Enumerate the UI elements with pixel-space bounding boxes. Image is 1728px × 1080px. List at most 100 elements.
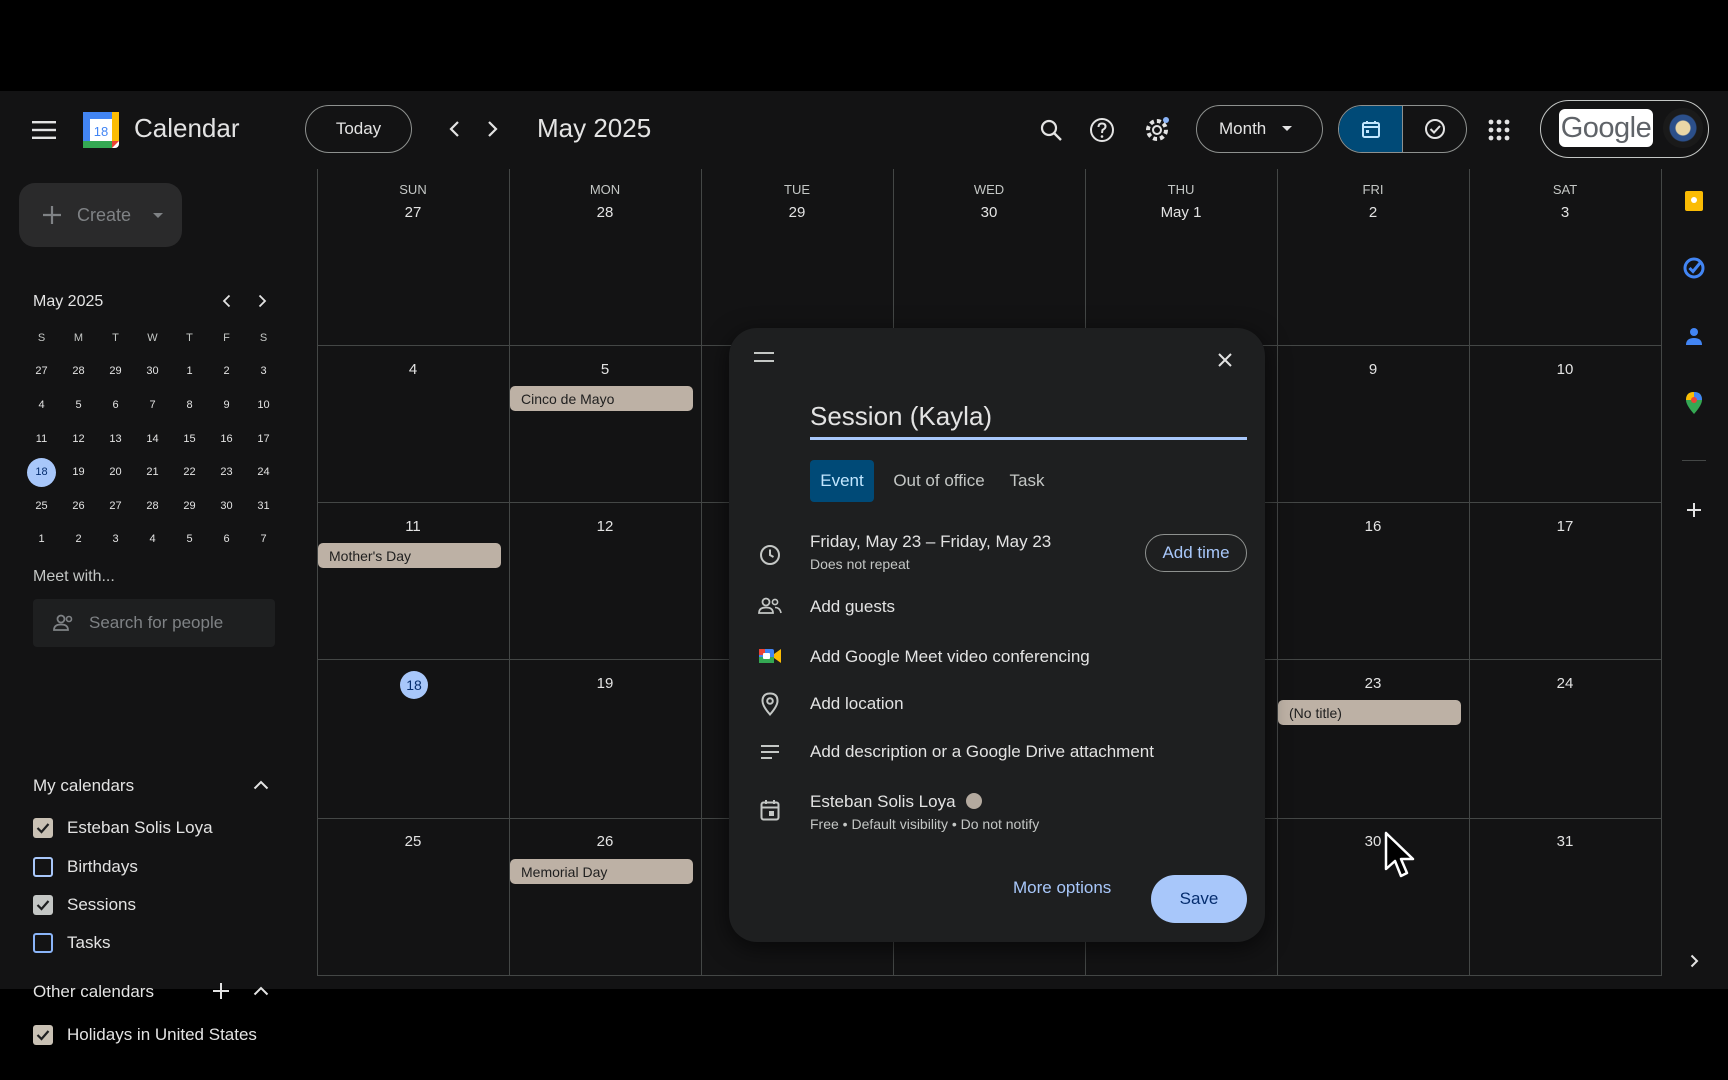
add-meet-button[interactable]: Add Google Meet video conferencing [810, 647, 1090, 667]
mini-day[interactable]: 31 [245, 489, 282, 523]
more-options-button[interactable]: More options [1013, 864, 1111, 912]
mini-day[interactable]: 7 [245, 523, 282, 557]
add-time-button[interactable]: Add time [1145, 534, 1247, 572]
day-number[interactable]: 17 [1469, 518, 1661, 535]
add-location-field[interactable]: Add location [810, 694, 904, 714]
mini-prev-button[interactable] [210, 285, 242, 317]
day-number[interactable]: 23 [1277, 675, 1469, 692]
mini-day[interactable]: 13 [97, 422, 134, 456]
calendar-view-toggle[interactable] [1339, 106, 1402, 152]
mini-day[interactable]: 4 [23, 388, 60, 422]
tasks-app-button[interactable] [1680, 254, 1708, 282]
mini-day[interactable]: 12 [60, 422, 97, 456]
account-switcher[interactable]: Google [1540, 100, 1709, 158]
day-number[interactable]: May 1 [1085, 204, 1277, 221]
save-button[interactable]: Save [1151, 875, 1247, 923]
mini-day[interactable]: 30 [208, 489, 245, 523]
mini-day[interactable]: 4 [134, 523, 171, 557]
calendar-item-tasks[interactable]: Tasks [33, 929, 110, 957]
mini-day[interactable]: 11 [23, 422, 60, 456]
day-number[interactable]: 28 [509, 204, 701, 221]
mini-day[interactable]: 19 [60, 455, 97, 489]
day-number[interactable]: 4 [317, 361, 509, 378]
calendar-checkbox[interactable] [33, 933, 53, 953]
tab-out-of-office[interactable]: Out of office [882, 460, 996, 502]
get-add-ons-button[interactable] [1680, 496, 1708, 524]
collapse-other-calendars-button[interactable] [247, 977, 275, 1005]
previous-month-button[interactable] [436, 111, 472, 147]
search-people-input[interactable]: Search for people [33, 599, 275, 647]
day-number[interactable]: 24 [1469, 675, 1661, 692]
mini-day[interactable]: 3 [97, 523, 134, 557]
calendar-item-sessions[interactable]: Sessions [33, 891, 136, 919]
mini-day[interactable]: 16 [208, 422, 245, 456]
day-number[interactable]: 19 [509, 675, 701, 692]
contacts-app-button[interactable] [1680, 322, 1708, 350]
view-selector[interactable]: Month [1196, 105, 1323, 153]
calendar-checkbox[interactable] [33, 818, 53, 838]
day-number[interactable]: 3 [1469, 204, 1661, 221]
calendar-checkbox[interactable] [33, 1025, 53, 1045]
add-other-calendar-button[interactable] [207, 977, 235, 1005]
other-calendars-title[interactable]: Other calendars [33, 982, 154, 1002]
mini-day[interactable]: 1 [23, 523, 60, 557]
mini-day[interactable]: 25 [23, 489, 60, 523]
mini-day[interactable]: 2 [60, 523, 97, 557]
help-button[interactable] [1080, 108, 1124, 152]
today-day-number[interactable]: 18 [400, 671, 428, 699]
mini-day[interactable]: 21 [134, 455, 171, 489]
close-dialog-button[interactable] [1209, 344, 1241, 376]
day-number[interactable]: 30 [893, 204, 1085, 221]
search-button[interactable] [1029, 108, 1073, 152]
event-date-range[interactable]: Friday, May 23 – Friday, May 23 [810, 532, 1051, 552]
mini-day[interactable]: 9 [208, 388, 245, 422]
avatar[interactable] [1663, 108, 1703, 148]
event-title-input[interactable] [810, 400, 1247, 440]
calendar-checkbox[interactable] [33, 857, 53, 877]
today-button[interactable]: Today [305, 105, 412, 153]
show-side-panel-button[interactable] [1680, 947, 1708, 975]
collapse-my-calendars-button[interactable] [247, 771, 275, 799]
owner-details[interactable]: Free • Default visibility • Do not notif… [810, 816, 1039, 832]
drag-handle-icon[interactable] [754, 352, 774, 362]
tab-event[interactable]: Event [810, 460, 874, 502]
day-number[interactable]: 9 [1277, 361, 1469, 378]
mini-day[interactable]: 29 [97, 355, 134, 389]
calendar-item-birthdays[interactable]: Birthdays [33, 853, 138, 881]
mini-day[interactable]: 6 [97, 388, 134, 422]
day-number[interactable]: 5 [509, 361, 701, 378]
mini-day[interactable]: 8 [171, 388, 208, 422]
repeat-setting[interactable]: Does not repeat [810, 556, 910, 572]
calendar-item-holidays[interactable]: Holidays in United States [33, 1021, 257, 1049]
event-chip-memorial-day[interactable]: Memorial Day [510, 859, 693, 884]
settings-button[interactable] [1135, 108, 1179, 152]
calendar-owner[interactable]: Esteban Solis Loya [810, 792, 982, 812]
day-number[interactable]: 31 [1469, 833, 1661, 850]
mini-day[interactable]: 29 [171, 489, 208, 523]
day-number[interactable]: 10 [1469, 361, 1661, 378]
mini-day[interactable]: 14 [134, 422, 171, 456]
day-number[interactable]: 29 [701, 204, 893, 221]
mini-day[interactable]: 27 [97, 489, 134, 523]
day-number[interactable]: 27 [317, 204, 509, 221]
event-chip-cinco-de-mayo[interactable]: Cinco de Mayo [510, 386, 693, 411]
mini-day[interactable]: 26 [60, 489, 97, 523]
mini-day[interactable]: 3 [245, 355, 282, 389]
mini-day[interactable]: 27 [23, 355, 60, 389]
day-number[interactable]: 2 [1277, 204, 1469, 221]
mini-day[interactable]: 1 [171, 355, 208, 389]
next-month-button[interactable] [475, 111, 511, 147]
mini-day[interactable]: 15 [171, 422, 208, 456]
mini-day[interactable]: 5 [171, 523, 208, 557]
mini-day[interactable]: 28 [134, 489, 171, 523]
google-apps-button[interactable] [1477, 108, 1521, 152]
mini-day[interactable]: 7 [134, 388, 171, 422]
mini-day[interactable]: 17 [245, 422, 282, 456]
maps-app-button[interactable] [1680, 389, 1708, 417]
create-button[interactable]: Create [19, 183, 182, 247]
keep-app-button[interactable] [1680, 187, 1708, 215]
event-chip-no-title[interactable]: (No title) [1278, 700, 1461, 725]
day-number[interactable]: 25 [317, 833, 509, 850]
event-chip-mothers-day[interactable]: Mother's Day [318, 543, 501, 568]
tasks-view-toggle[interactable] [1402, 106, 1466, 152]
